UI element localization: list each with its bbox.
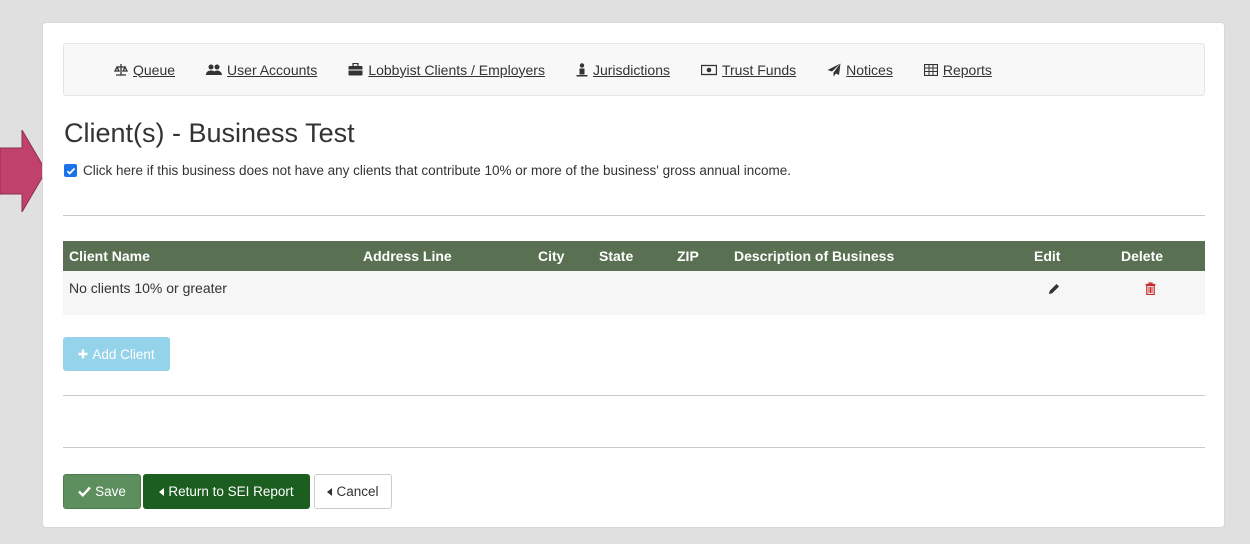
checkbox-label: Click here if this business does not hav… — [83, 163, 791, 178]
col-delete: Delete — [1121, 248, 1164, 264]
nav-label-jurisdictions: Jurisdictions — [592, 61, 670, 78]
plus-icon — [78, 349, 88, 359]
cell-client-name: No clients 10% or greater — [69, 280, 227, 296]
col-client-name: Client Name — [69, 248, 150, 264]
nav-trust-funds[interactable]: Trust Funds — [700, 61, 797, 78]
table-row: No clients 10% or greater — [63, 271, 1205, 315]
main-card: Queue User Accounts Lobbyist Clients / E… — [42, 22, 1225, 528]
add-client-button[interactable]: Add Client — [63, 337, 170, 371]
nav-jurisdictions[interactable]: Jurisdictions — [576, 62, 670, 78]
cell-state — [593, 271, 671, 315]
nav-label-user-accounts: User Accounts — [227, 61, 318, 78]
cancel-button[interactable]: Cancel — [314, 474, 392, 509]
pencil-icon[interactable] — [1048, 283, 1060, 295]
cell-zip — [671, 271, 728, 315]
nav-label-lobbyist-clients: Lobbyist Clients / Employers — [368, 61, 545, 78]
col-edit: Edit — [1034, 248, 1061, 264]
cell-delete — [1115, 271, 1205, 315]
divider — [63, 447, 1205, 448]
nav-user-accounts[interactable]: User Accounts — [206, 62, 317, 78]
cell-address-line — [357, 271, 532, 315]
person-icon — [576, 62, 588, 76]
save-label: Save — [95, 484, 126, 499]
divider — [63, 395, 1205, 396]
no-clients-checkbox-row[interactable]: Click here if this business does not hav… — [64, 163, 791, 178]
col-state: State — [599, 248, 634, 264]
nav-queue[interactable]: Queue — [114, 62, 175, 78]
nav-notices[interactable]: Notices — [827, 62, 893, 78]
money-icon — [700, 64, 717, 75]
table-icon — [923, 63, 938, 76]
save-button[interactable]: Save — [63, 474, 141, 509]
pointer-arrow — [0, 130, 46, 212]
return-to-sei-report-button[interactable]: Return to SEI Report — [143, 474, 310, 509]
page-title: Client(s) - Business Test — [64, 118, 355, 148]
table-header-row: Client Name Address Line City State ZIP … — [63, 241, 1205, 271]
cancel-label: Cancel — [336, 484, 379, 499]
clients-table: Client Name Address Line City State ZIP … — [63, 241, 1205, 315]
nav-label-reports: Reports — [942, 61, 992, 78]
users-icon — [206, 64, 223, 75]
nav-label-notices: Notices — [846, 61, 893, 78]
top-nav: Queue User Accounts Lobbyist Clients / E… — [63, 43, 1205, 96]
add-client-label: Add Client — [92, 346, 155, 362]
caret-left-icon — [327, 487, 333, 496]
divider — [63, 215, 1205, 216]
send-icon — [827, 63, 841, 76]
cell-description — [728, 271, 1028, 315]
caret-left-icon — [159, 487, 165, 496]
nav-reports[interactable]: Reports — [923, 61, 992, 78]
col-zip: ZIP — [677, 248, 699, 264]
check-icon — [78, 486, 91, 497]
col-address-line: Address Line — [363, 248, 452, 264]
briefcase-icon — [348, 63, 363, 76]
nav-label-queue: Queue — [133, 61, 176, 78]
checkmark-icon — [66, 167, 75, 175]
trash-icon[interactable] — [1145, 282, 1156, 296]
no-clients-checkbox[interactable] — [64, 164, 77, 177]
col-city: City — [538, 248, 565, 264]
col-description: Description of Business — [734, 248, 895, 264]
nav-label-trust-funds: Trust Funds — [721, 61, 797, 78]
cell-city — [532, 271, 593, 315]
nav-lobbyist-clients[interactable]: Lobbyist Clients / Employers — [348, 62, 545, 78]
cell-edit — [1028, 271, 1115, 315]
return-label: Return to SEI Report — [168, 484, 294, 499]
balance-scale-icon — [114, 63, 128, 76]
